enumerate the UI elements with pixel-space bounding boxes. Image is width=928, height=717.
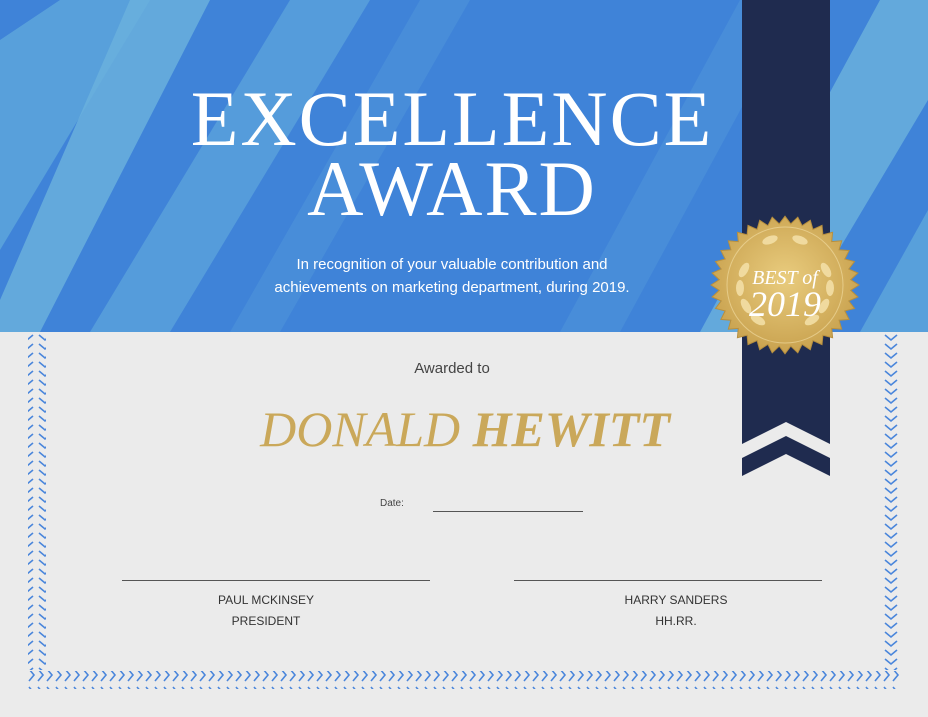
recipient-last-name: HEWITT xyxy=(472,401,670,457)
signatory-name-right: HARRY SANDERS xyxy=(624,593,728,607)
left-border xyxy=(28,334,46,670)
awarded-to-label: Awarded to xyxy=(414,360,490,377)
right-border xyxy=(882,334,900,670)
signature-line-left xyxy=(122,580,430,581)
signature-line-right xyxy=(514,580,822,581)
date-signature-line xyxy=(433,511,583,512)
gold-seal-badge: BEST of 2019 xyxy=(710,215,860,355)
date-label: Date: xyxy=(380,498,404,509)
bottom-border xyxy=(28,671,900,689)
signatory-name-left: PAUL MCKINSEY xyxy=(217,593,315,607)
seal-label-year: 2019 xyxy=(749,284,821,324)
signatory-title-left: PRESIDENT xyxy=(231,614,301,628)
recipient-name: DONALD HEWITT xyxy=(160,398,770,460)
signatory-title-right: HH.RR. xyxy=(655,614,697,628)
certificate-page: EXCELLENCE AWARD In recognition of your … xyxy=(0,0,928,717)
recipient-first-name: DONALD xyxy=(260,401,461,457)
